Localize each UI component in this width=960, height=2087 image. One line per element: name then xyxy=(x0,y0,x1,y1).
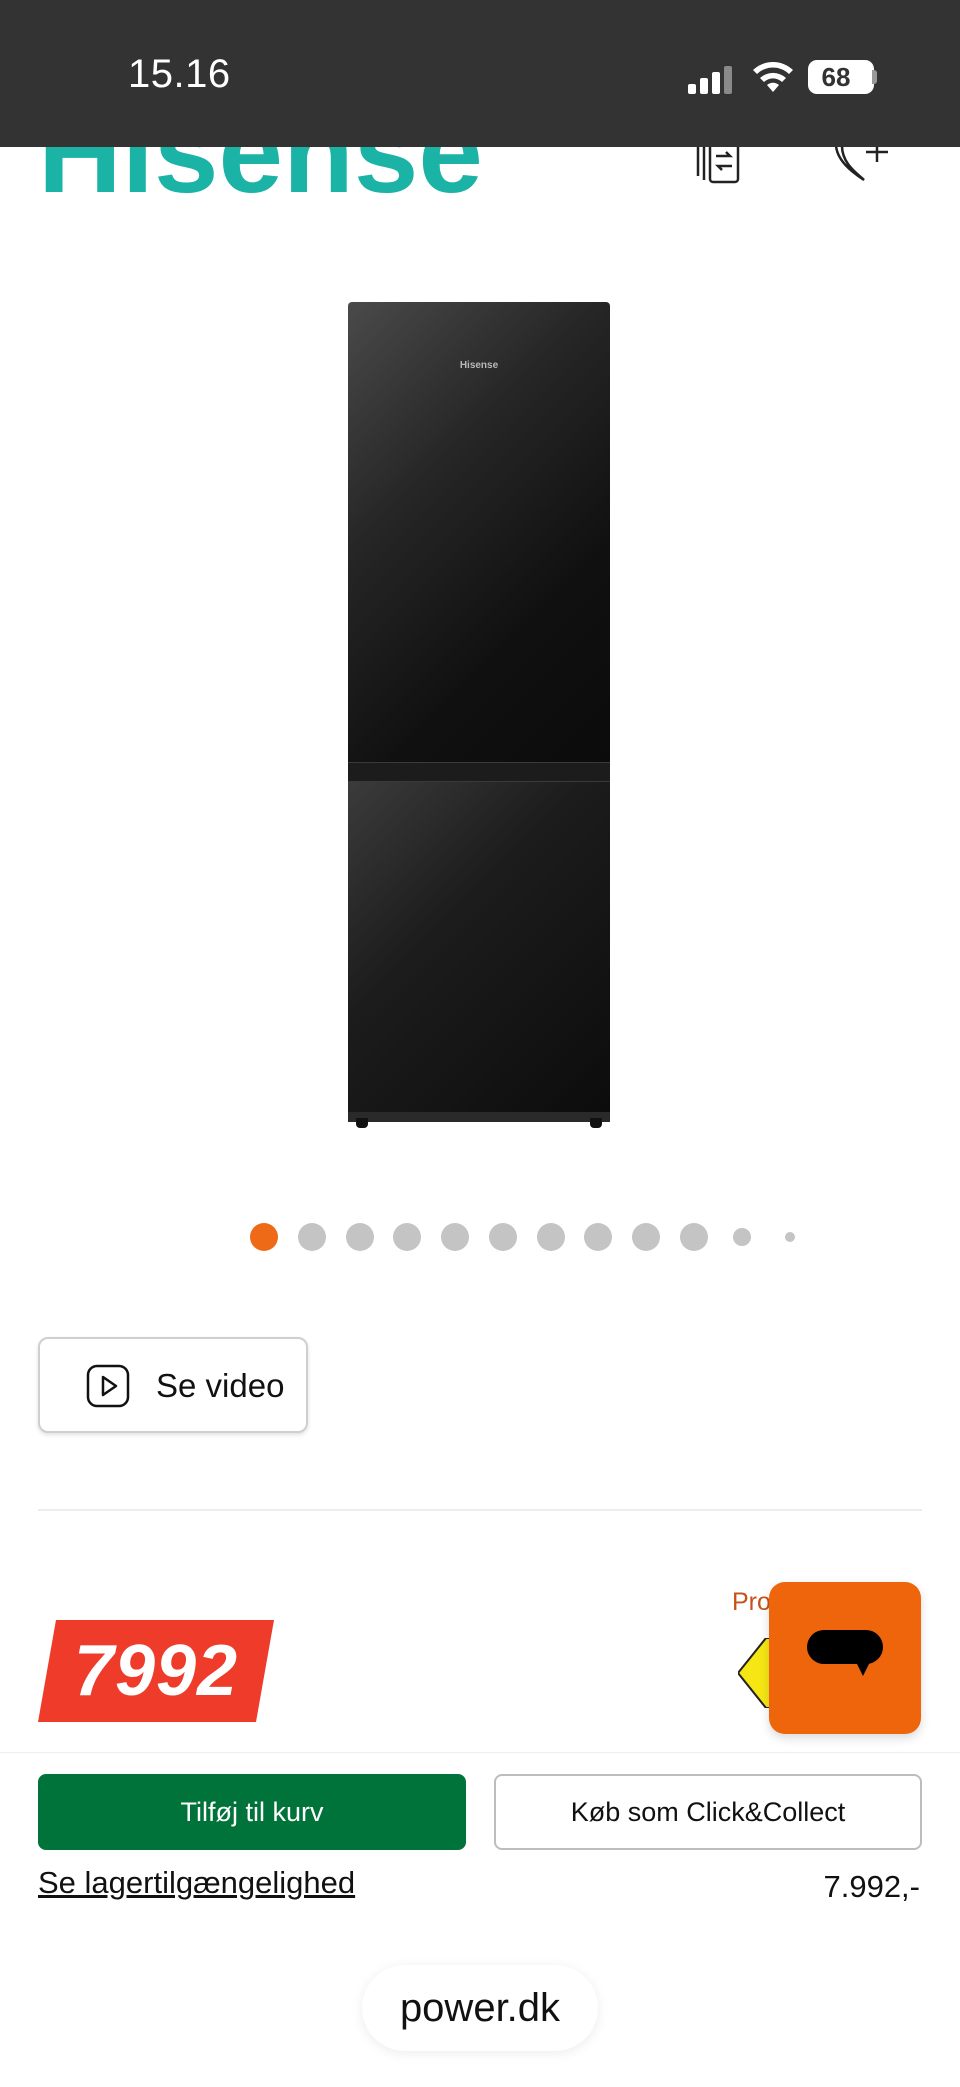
price-badge: 7992 xyxy=(38,1620,274,1722)
carousel-dot-6[interactable] xyxy=(489,1223,517,1251)
carousel-dot-11[interactable] xyxy=(733,1228,751,1246)
browser-url-bar[interactable]: power.dk xyxy=(362,1965,598,2051)
carousel-dot-9[interactable] xyxy=(632,1223,660,1251)
click-and-collect-button[interactable]: Køb som Click&Collect xyxy=(494,1774,922,1850)
fridge-base xyxy=(348,1112,610,1122)
carousel-dot-5[interactable] xyxy=(441,1223,469,1251)
fridge-handle xyxy=(348,762,610,782)
status-time: 15.16 xyxy=(128,52,231,96)
product-image[interactable]: Hisense xyxy=(340,300,620,1130)
carousel-dot-8[interactable] xyxy=(584,1223,612,1251)
carousel-dot-3[interactable] xyxy=(346,1223,374,1251)
status-bar: 15.16 68 xyxy=(0,0,960,147)
sticky-action-bar: Tilføj til kurv Køb som Click&Collect Se… xyxy=(0,1752,960,2087)
price-summary: 7.992,- xyxy=(823,1869,920,1904)
image-carousel-dots xyxy=(250,1222,810,1252)
carousel-dot-7[interactable] xyxy=(537,1223,565,1251)
carousel-dot-12[interactable] xyxy=(785,1232,795,1242)
fridge-lower-door xyxy=(348,782,610,1112)
fridge-logo: Hisense xyxy=(459,360,499,371)
fridge-foot-left xyxy=(356,1118,368,1128)
chat-button[interactable] xyxy=(769,1582,921,1734)
product-page: 15.16 68 Hisense Hisense xyxy=(0,0,960,2087)
price-value: 7992 xyxy=(73,1631,239,1711)
promo-label[interactable]: Pro xyxy=(732,1588,771,1617)
wifi-icon xyxy=(753,62,793,92)
video-button[interactable]: Se video xyxy=(38,1337,308,1433)
video-button-label: Se video xyxy=(156,1367,285,1404)
carousel-dot-1[interactable] xyxy=(250,1223,278,1251)
carousel-dot-10[interactable] xyxy=(680,1223,708,1251)
fridge-upper-door: Hisense xyxy=(348,302,610,764)
chat-icon xyxy=(807,1630,883,1676)
play-icon xyxy=(86,1364,130,1408)
battery-level: 68 xyxy=(821,62,851,92)
fridge-foot-right xyxy=(590,1118,602,1128)
add-to-cart-button[interactable]: Tilføj til kurv xyxy=(38,1774,466,1850)
stock-availability-link[interactable]: Se lagertilgængelighed xyxy=(38,1865,355,1901)
battery-icon: 68 xyxy=(808,60,874,94)
battery-nub xyxy=(872,70,877,84)
carousel-dot-2[interactable] xyxy=(298,1223,326,1251)
section-divider xyxy=(38,1509,922,1511)
carousel-dot-4[interactable] xyxy=(393,1223,421,1251)
signal-icon xyxy=(688,64,734,94)
